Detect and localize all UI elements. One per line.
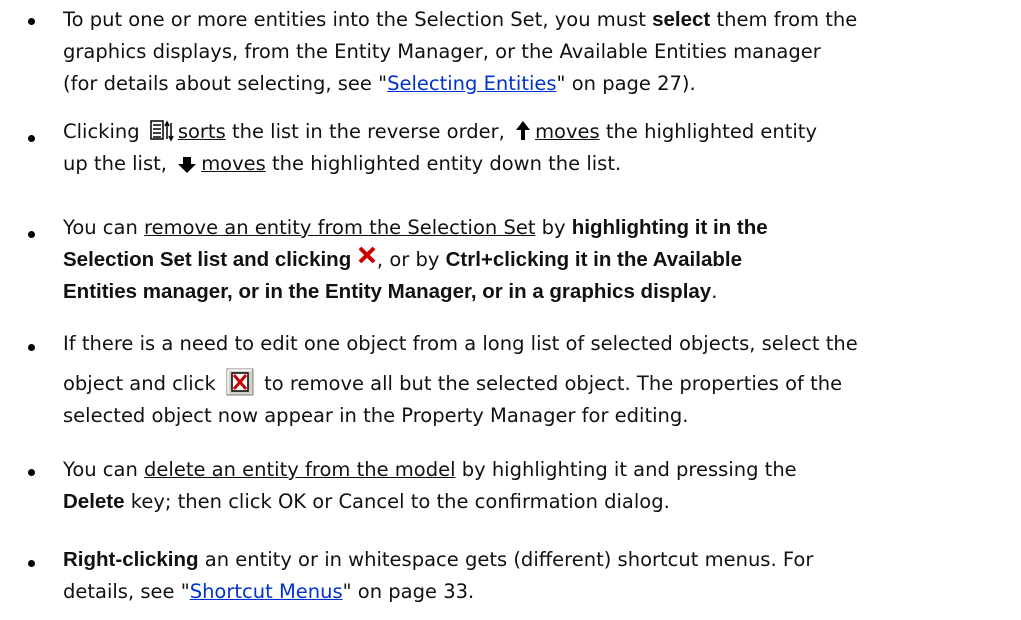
bullet bbox=[28, 560, 35, 567]
bullet bbox=[28, 344, 35, 351]
text-span: the list in the reverse order, bbox=[225, 120, 512, 143]
bold-text: highlighting it in the bbox=[571, 216, 768, 239]
bullet-text: Clicking sorts the list in the reverse o… bbox=[63, 116, 1013, 180]
text-span: the highlighted entity bbox=[599, 120, 817, 143]
text-span: to remove all but the selected object. T… bbox=[257, 372, 843, 395]
underlined-text: delete an entity from the model bbox=[144, 458, 456, 481]
red-x-remove-icon[interactable] bbox=[357, 245, 377, 265]
selecting-entities-link[interactable]: Selecting Entities bbox=[387, 72, 556, 95]
text-span: To put one or more entities into the Sel… bbox=[63, 8, 653, 31]
remove-all-but-selected-icon[interactable] bbox=[226, 368, 254, 396]
text-line: selected object now appear in the Proper… bbox=[63, 404, 689, 427]
text-span: up the list, bbox=[63, 152, 174, 175]
bullet bbox=[28, 135, 35, 142]
bold-text: select bbox=[652, 8, 711, 31]
bullet bbox=[28, 18, 35, 25]
bold-text: Right-clicking bbox=[63, 548, 199, 571]
text-span: Clicking bbox=[63, 120, 146, 143]
text-span: an entity or in whitespace gets (differe… bbox=[198, 548, 814, 571]
bold-text: Selection Set list and clicking bbox=[63, 248, 357, 271]
bullet-text: You can delete an entity from the model … bbox=[63, 454, 1013, 518]
text-span: You can bbox=[63, 216, 145, 239]
text-span: details, see " bbox=[63, 580, 190, 603]
arrow-up-icon[interactable] bbox=[515, 120, 531, 142]
sort-reverse-icon[interactable] bbox=[150, 120, 174, 142]
text-span: " on page 27). bbox=[556, 72, 696, 95]
text-span: them from the bbox=[710, 8, 858, 31]
text-span: (for details about selecting, see " bbox=[63, 72, 388, 95]
bullet-text: You can remove an entity from the Select… bbox=[63, 212, 1013, 308]
moves-underlined: moves bbox=[535, 120, 600, 143]
bullet bbox=[28, 231, 35, 238]
moves-underlined: moves bbox=[201, 152, 266, 175]
arrow-down-icon[interactable] bbox=[177, 156, 197, 174]
underlined-text: remove an entity from the Selection Set bbox=[144, 216, 536, 239]
text-span: object and click bbox=[63, 372, 222, 395]
bold-text: Delete bbox=[63, 490, 125, 513]
bold-text: Entities manager, or in the Entity Manag… bbox=[63, 280, 712, 303]
text-span: key; then click OK or Cancel to the conf… bbox=[124, 490, 670, 513]
text-span: You can bbox=[63, 458, 145, 481]
sorts-underlined: sorts bbox=[177, 120, 226, 143]
text-span: the highlighted entity down the list. bbox=[265, 152, 622, 175]
bullet-text: If there is a need to edit one object fr… bbox=[63, 328, 1013, 432]
text-span: by bbox=[535, 216, 572, 239]
text-span: , or by bbox=[376, 248, 446, 271]
bold-text: Ctrl+clicking it in the Available bbox=[445, 248, 742, 271]
bullet-text: Right-clicking an entity or in whitespac… bbox=[63, 544, 1013, 608]
text-span: by highlighting it and pressing the bbox=[455, 458, 797, 481]
text-span: . bbox=[711, 280, 718, 303]
bullet bbox=[28, 469, 35, 476]
shortcut-menus-link[interactable]: Shortcut Menus bbox=[190, 580, 343, 603]
text-span: " on page 33. bbox=[342, 580, 475, 603]
text-line: graphics displays, from the Entity Manag… bbox=[63, 40, 821, 63]
bullet-text: To put one or more entities into the Sel… bbox=[63, 4, 1013, 100]
text-line: If there is a need to edit one object fr… bbox=[63, 332, 858, 355]
